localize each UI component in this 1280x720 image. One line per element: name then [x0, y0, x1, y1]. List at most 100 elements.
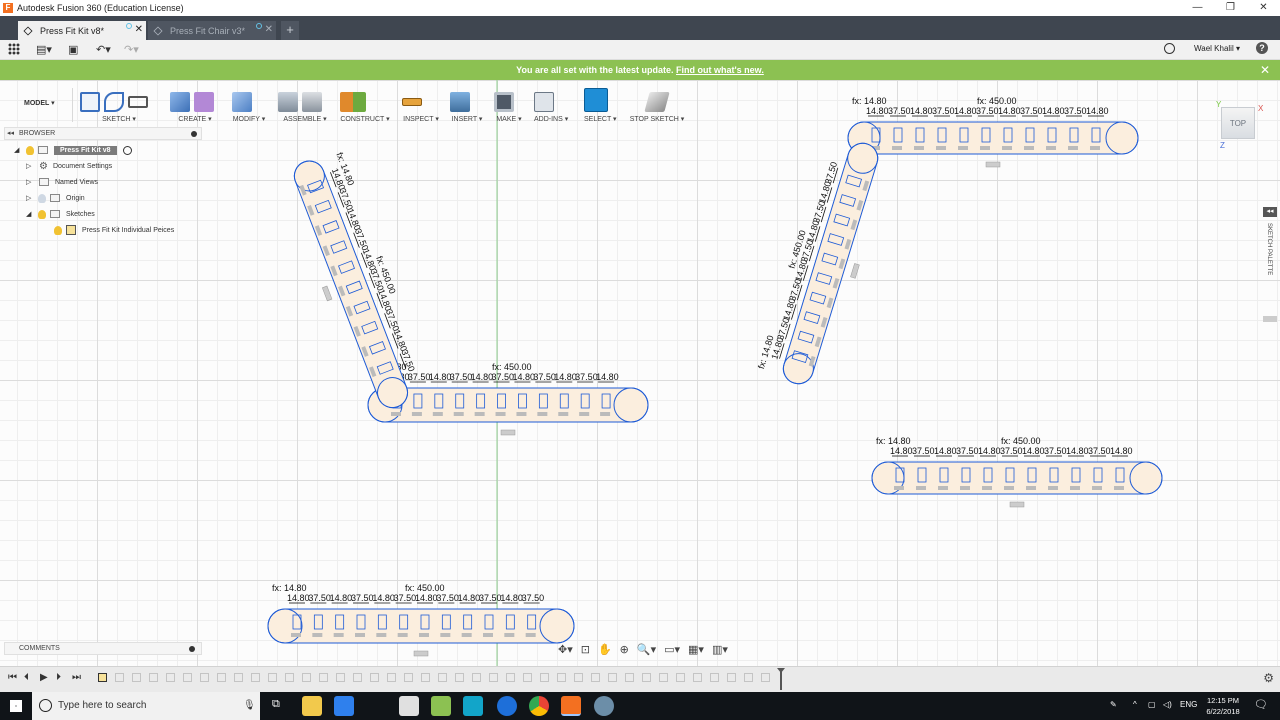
timeline-feature-icon[interactable]: [166, 673, 175, 682]
timeline-feature-icon[interactable]: [727, 673, 736, 682]
pan-icon[interactable]: ✋: [598, 643, 612, 656]
step-back-icon[interactable]: ⏴: [24, 672, 29, 683]
sketch-menu[interactable]: SKETCH ▾: [80, 115, 158, 123]
inspect-group[interactable]: INSPECT ▾: [402, 82, 440, 126]
offset-plane-icon[interactable]: [340, 92, 366, 112]
job-status-icon[interactable]: [1164, 43, 1175, 54]
store-icon[interactable]: [334, 696, 354, 716]
timeline-feature-icon[interactable]: [319, 673, 328, 682]
visibility-bulb-icon[interactable]: [54, 225, 62, 235]
select-icon[interactable]: [584, 88, 608, 112]
data-panel-icon[interactable]: [8, 43, 20, 55]
create-menu[interactable]: CREATE ▾: [170, 115, 220, 123]
browser-item-document-settings[interactable]: ▷ ⚙ Document Settings: [4, 158, 202, 174]
grid-settings-icon[interactable]: ▦▾: [688, 643, 704, 656]
add-ins-menu[interactable]: ADD-INS ▾: [534, 115, 568, 123]
chrome-icon[interactable]: [529, 696, 549, 716]
timeline-feature-icon[interactable]: [489, 673, 498, 682]
timeline-feature-icon[interactable]: [659, 673, 668, 682]
modify-menu[interactable]: MODIFY ▾: [232, 115, 266, 123]
make-group[interactable]: MAKE ▾: [494, 82, 524, 126]
browser-item-named-views[interactable]: ▷ Named Views: [4, 174, 202, 190]
3d-print-icon[interactable]: [494, 92, 514, 112]
fusion-taskbar-icon[interactable]: [561, 696, 581, 716]
timeline-feature-icon[interactable]: [251, 673, 260, 682]
save-icon[interactable]: ▣: [68, 43, 78, 56]
timeline-feature-icon[interactable]: [353, 673, 362, 682]
timeline-feature-icon[interactable]: [302, 673, 311, 682]
tab-press-fit-chair[interactable]: Press Fit Chair v3* ✕: [148, 21, 276, 40]
construct-menu[interactable]: CONSTRUCT ▾: [340, 115, 390, 123]
other-app-icon[interactable]: [594, 696, 614, 716]
form-icon[interactable]: [194, 92, 214, 112]
make-menu[interactable]: MAKE ▾: [494, 115, 524, 123]
collapse-icon[interactable]: ◂◂: [7, 128, 14, 140]
timeline-feature-icon[interactable]: [761, 673, 770, 682]
pin-icon[interactable]: [189, 646, 195, 652]
timeline-feature-icon[interactable]: [523, 673, 532, 682]
timeline-feature-icon[interactable]: [693, 673, 702, 682]
comments-panel[interactable]: COMMENTS: [4, 642, 202, 655]
select-menu[interactable]: SELECT ▾: [584, 115, 617, 123]
microphone-icon[interactable]: 🎙: [243, 700, 256, 711]
look-at-icon[interactable]: ⊡: [581, 643, 590, 656]
timeline-feature-icon[interactable]: [438, 673, 447, 682]
windows-start-icon[interactable]: [10, 700, 22, 712]
modify-group[interactable]: MODIFY ▾: [232, 82, 266, 126]
timeline-feature-icon[interactable]: [421, 673, 430, 682]
green-app-icon[interactable]: [431, 696, 451, 716]
browser-item-origin[interactable]: ▷ Origin: [4, 190, 202, 206]
timeline-feature-icon[interactable]: [744, 673, 753, 682]
timeline-feature-icon[interactable]: [336, 673, 345, 682]
extrude-icon[interactable]: [170, 92, 190, 112]
viewcube[interactable]: TOP: [1221, 107, 1255, 139]
timeline-feature-icon[interactable]: [234, 673, 243, 682]
pen-icon[interactable]: ✎: [1110, 700, 1117, 709]
user-account-menu[interactable]: Wael Khalil ▾: [1194, 44, 1240, 53]
expand-right-icon[interactable]: ▷: [26, 194, 34, 202]
workspace-switcher[interactable]: MODEL ▾: [24, 99, 55, 107]
visibility-bulb-icon[interactable]: [38, 209, 46, 219]
network-icon[interactable]: ▢: [1148, 700, 1156, 709]
edge-icon[interactable]: [497, 696, 517, 716]
timeline-feature-icon[interactable]: [98, 673, 107, 682]
browser-header[interactable]: ◂◂ BROWSER: [4, 127, 202, 140]
expand-palette-icon[interactable]: ◂◂: [1263, 207, 1277, 217]
timeline-feature-icon[interactable]: [387, 673, 396, 682]
taskbar-search-box[interactable]: Type here to search: [32, 692, 260, 720]
tab-close-icon[interactable]: ✕: [265, 24, 273, 35]
pin-icon[interactable]: [191, 131, 197, 137]
timeline-feature-icon[interactable]: [625, 673, 634, 682]
tab-close-icon[interactable]: ✕: [135, 24, 143, 35]
timeline-feature-icon[interactable]: [132, 673, 141, 682]
timeline-feature-icon[interactable]: [200, 673, 209, 682]
expand-right-icon[interactable]: ▷: [26, 178, 34, 186]
line-icon[interactable]: [104, 92, 124, 112]
expand-down-icon[interactable]: ◢: [14, 146, 22, 154]
visibility-bulb-icon[interactable]: [26, 145, 34, 155]
timeline-feature-icon[interactable]: [574, 673, 583, 682]
timeline-feature-icon[interactable]: [557, 673, 566, 682]
timeline-feature-icon[interactable]: [183, 673, 192, 682]
insert-menu[interactable]: INSERT ▾: [450, 115, 484, 123]
scripts-icon[interactable]: [534, 92, 554, 112]
tray-expand-icon[interactable]: ^: [1133, 700, 1137, 709]
create-sketch-icon[interactable]: [80, 92, 100, 112]
joint-icon[interactable]: [302, 92, 322, 112]
sketch-group[interactable]: SKETCH ▾: [80, 82, 158, 126]
activate-icon[interactable]: [122, 145, 132, 155]
new-tab-button[interactable]: +: [281, 21, 299, 40]
palette-scroll-handle[interactable]: [1263, 316, 1277, 322]
zoom-icon[interactable]: ⊕: [620, 643, 629, 656]
timeline-feature-icon[interactable]: [370, 673, 379, 682]
file-explorer-icon[interactable]: [302, 696, 322, 716]
volume-icon[interactable]: ◁): [1163, 700, 1172, 709]
new-component-icon[interactable]: [278, 92, 298, 112]
inspect-menu[interactable]: INSPECT ▾: [402, 115, 440, 123]
expand-right-icon[interactable]: ▷: [26, 162, 34, 170]
timeline-feature-icon[interactable]: [506, 673, 515, 682]
rewind-icon[interactable]: ⏮: [8, 672, 17, 683]
orbit-icon[interactable]: ✥▾: [558, 643, 573, 656]
timeline-feature-icon[interactable]: [540, 673, 549, 682]
file-menu-icon[interactable]: ▤▾: [36, 43, 52, 56]
